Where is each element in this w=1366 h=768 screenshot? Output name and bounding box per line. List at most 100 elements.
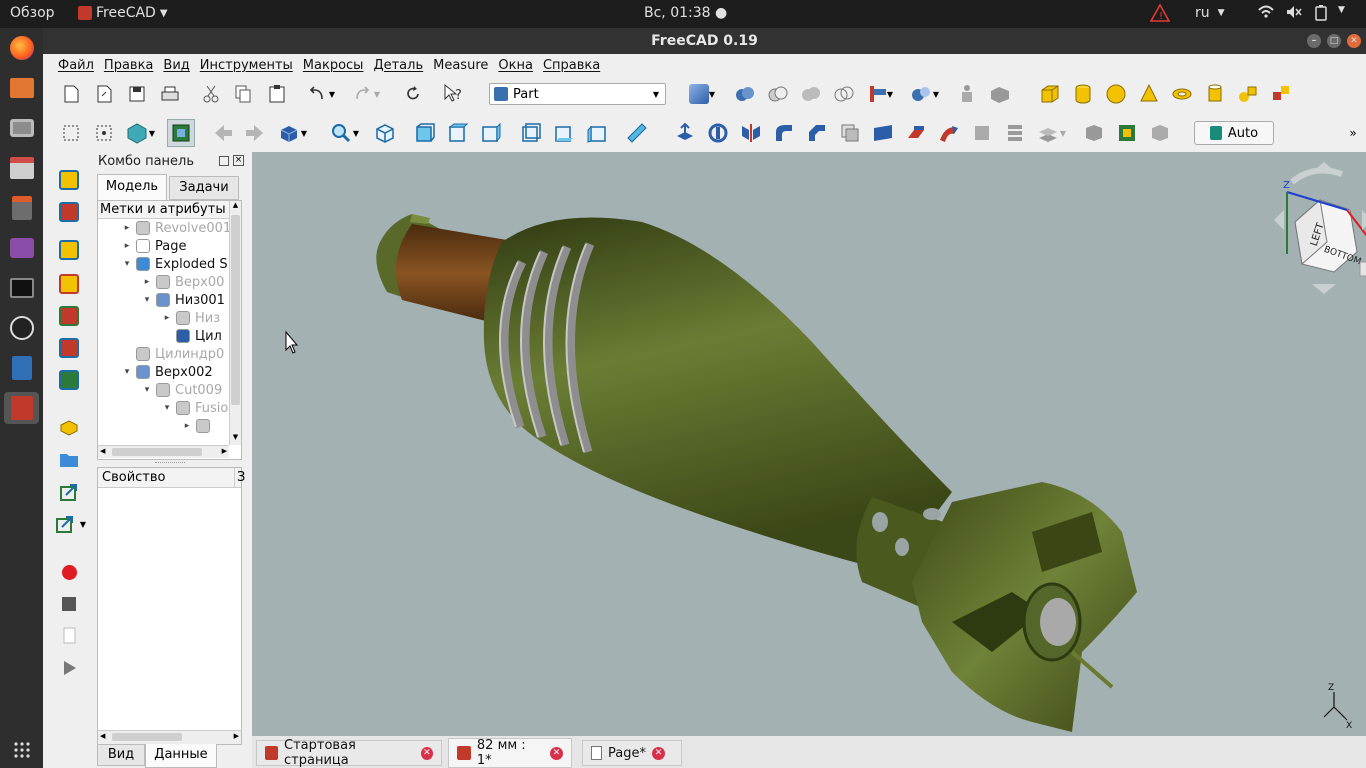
chamfer-icon[interactable]: [803, 119, 831, 147]
view-left-icon[interactable]: [583, 119, 611, 147]
open-document-icon[interactable]: [90, 80, 118, 108]
revolve-icon[interactable]: [704, 119, 732, 147]
video-icon[interactable]: [4, 232, 39, 264]
cross-sections-icon[interactable]: [1001, 119, 1029, 147]
tree-vscrollbar[interactable]: ▲ ▼: [229, 201, 241, 445]
projection-icon[interactable]: [1113, 119, 1141, 147]
tree-item[interactable]: Цил: [98, 327, 222, 345]
navcube-right-arrow[interactable]: [1362, 210, 1366, 230]
menu-view[interactable]: Вид: [158, 58, 194, 73]
ruled-surface-icon[interactable]: [869, 119, 897, 147]
shape-builder-icon[interactable]: [1267, 80, 1295, 108]
tree-item[interactable]: ▸ Низ: [98, 309, 220, 327]
files-icon[interactable]: [4, 72, 39, 104]
hscroll-thumb[interactable]: [112, 733, 182, 741]
box-element-select-icon[interactable]: [90, 119, 118, 147]
obs-icon[interactable]: [4, 312, 39, 344]
property-view[interactable]: Свойство З ◀ ▶: [97, 467, 245, 745]
box-primitive-icon[interactable]: [1036, 80, 1064, 108]
redo-dropdown-icon[interactable]: ▼: [370, 80, 384, 108]
forward-icon[interactable]: [241, 119, 269, 147]
fillet-icon[interactable]: [770, 119, 798, 147]
menu-tools[interactable]: Инструменты: [195, 58, 298, 73]
expand-arrow-icon[interactable]: ▸: [122, 241, 132, 251]
menu-file[interactable]: Файл: [53, 58, 99, 73]
scroll-up-icon[interactable]: ▲: [230, 201, 241, 213]
battery-icon[interactable]: [1315, 5, 1327, 21]
hscroll-thumb[interactable]: [112, 448, 202, 456]
expand-arrow-icon[interactable]: ▸: [142, 277, 152, 287]
view-isometric-icon[interactable]: [371, 119, 399, 147]
navcube-left-arrow[interactable]: [1274, 210, 1284, 230]
measure-refresh-icon[interactable]: [55, 236, 83, 264]
close-tab-icon[interactable]: ✕: [420, 746, 433, 760]
torus-primitive-icon[interactable]: [1168, 80, 1196, 108]
close-panel-icon[interactable]: ×: [233, 155, 244, 166]
execute-macro-icon[interactable]: [55, 654, 83, 682]
app-grid-icon[interactable]: [4, 734, 39, 766]
view-bottom-icon[interactable]: [550, 119, 578, 147]
firefox-icon[interactable]: [4, 32, 39, 64]
loft-icon[interactable]: [902, 119, 930, 147]
disk-icon[interactable]: [4, 152, 39, 184]
monitor-icon[interactable]: [4, 272, 39, 304]
tree-hscrollbar[interactable]: ◀ ▶: [98, 445, 229, 458]
scroll-thumb[interactable]: [231, 215, 240, 405]
tube-primitive-icon[interactable]: [1201, 80, 1229, 108]
view-rear-icon[interactable]: [517, 119, 545, 147]
warning-icon[interactable]: !: [1150, 3, 1170, 23]
view-right-icon[interactable]: [477, 119, 505, 147]
part-boolean-icon[interactable]: [731, 80, 759, 108]
draw-style-dropdown-icon[interactable]: ▼: [145, 119, 159, 147]
menu-part[interactable]: Деталь: [368, 58, 428, 73]
folder-icon[interactable]: [55, 446, 83, 474]
new-document-icon[interactable]: [57, 80, 85, 108]
part-common-icon[interactable]: [830, 80, 858, 108]
tree-item[interactable]: ▾ Fusio: [98, 399, 229, 417]
float-icon[interactable]: [219, 156, 229, 166]
part-design-icon[interactable]: [55, 414, 83, 442]
cut-icon[interactable]: [197, 80, 225, 108]
bounding-box-icon[interactable]: [167, 119, 195, 147]
link-actions-icon[interactable]: [51, 510, 79, 538]
tab-page[interactable]: Page* ✕: [582, 740, 682, 766]
part-fuse-icon[interactable]: [797, 80, 825, 108]
measure-toggle-3d-icon[interactable]: [55, 334, 83, 362]
navcube-down-arrow[interactable]: [1312, 284, 1336, 294]
part-check-icon[interactable]: [986, 80, 1014, 108]
splitter[interactable]: [155, 462, 185, 465]
tab-model[interactable]: Модель: [97, 174, 167, 200]
navigation-cube[interactable]: LEFT BOTTOM Z X: [1274, 162, 1366, 294]
stop-macro-icon[interactable]: [55, 590, 83, 618]
view-top-icon[interactable]: [444, 119, 472, 147]
navcube-menu-icon[interactable]: [1359, 261, 1366, 277]
measure-linear-icon[interactable]: [55, 166, 83, 194]
refresh-icon[interactable]: [399, 80, 427, 108]
tree-item[interactable]: ▾ Верх002: [98, 363, 213, 381]
tree-item[interactable]: ▾ Низ001: [98, 291, 225, 309]
close-tab-icon[interactable]: ✕: [550, 746, 563, 760]
writer-icon[interactable]: [4, 352, 39, 384]
box-select-icon[interactable]: [57, 119, 85, 147]
expand-arrow-icon[interactable]: ▸: [122, 223, 132, 233]
wifi-icon[interactable]: [1258, 5, 1274, 19]
camera-icon[interactable]: [4, 112, 39, 144]
expand-arrow-icon[interactable]: ▾: [122, 259, 132, 269]
prop-hscrollbar[interactable]: ◀ ▶: [98, 730, 241, 744]
tab-view[interactable]: Вид: [97, 744, 145, 766]
mirror-icon[interactable]: [737, 119, 765, 147]
maximize-icon[interactable]: □: [1327, 34, 1341, 48]
tree-view[interactable]: Метки и атрибуты ▸ Revolve001 ▸ Page ▾ Explod…: [97, 200, 242, 460]
expand-arrow-icon[interactable]: ▸: [182, 421, 192, 431]
auto-refine-button[interactable]: Auto: [1194, 121, 1274, 145]
tree-item[interactable]: ▾ Exploded S: [98, 255, 228, 273]
offset-dropdown-icon[interactable]: ▼: [1056, 119, 1070, 147]
tab-start-page[interactable]: Стартовая страница ✕: [256, 738, 442, 768]
close-icon[interactable]: ✕: [1347, 34, 1361, 48]
undo-dropdown-icon[interactable]: ▼: [325, 80, 339, 108]
tree-item[interactable]: ▸ Revolve001: [98, 219, 229, 237]
menu-macros[interactable]: Макросы: [298, 58, 369, 73]
print-icon[interactable]: [156, 80, 184, 108]
tab-data[interactable]: Данные: [145, 744, 217, 768]
sweep-icon[interactable]: [935, 119, 963, 147]
